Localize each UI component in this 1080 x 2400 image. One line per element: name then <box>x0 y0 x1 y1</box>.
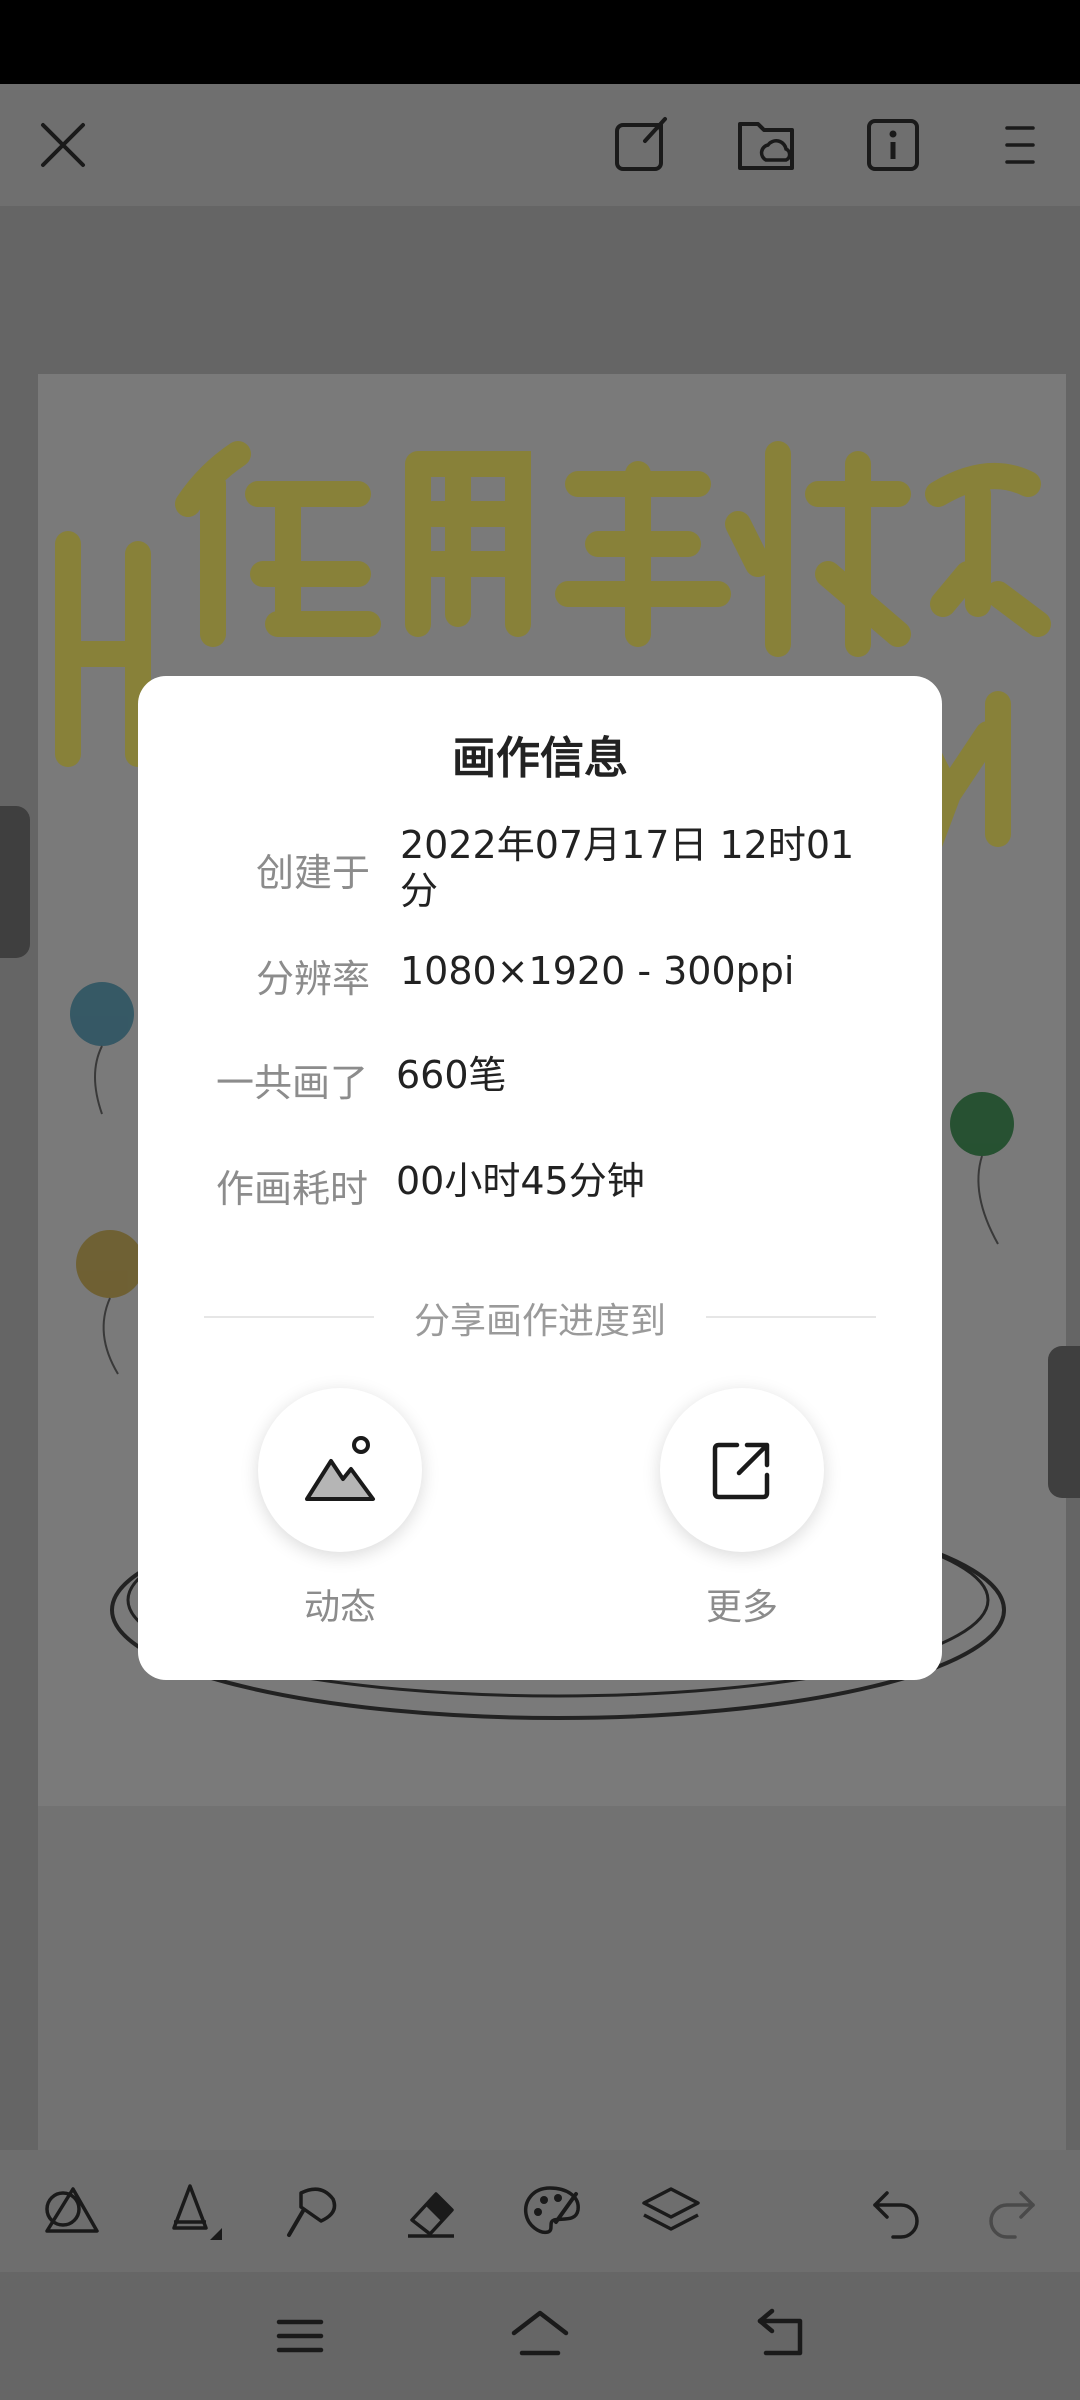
dialog-title: 画作信息 <box>452 733 628 784</box>
undo-icon[interactable] <box>860 2174 934 2248</box>
back-icon[interactable] <box>742 2300 818 2366</box>
layers-icon[interactable] <box>634 2174 708 2248</box>
size-slider-handle[interactable] <box>0 806 30 958</box>
share-title: 分享画作进度到 <box>413 1301 666 1342</box>
top-bar <box>0 84 1080 206</box>
menu-lines-icon[interactable] <box>262 2306 338 2366</box>
cloud-folder-icon[interactable] <box>730 108 804 182</box>
system-nav-bar <box>0 2272 1080 2400</box>
duration-label: 作画耗时 <box>215 1167 368 1211</box>
divider-line <box>706 1316 876 1318</box>
redo-icon[interactable] <box>974 2174 1048 2248</box>
created-label: 创建于 <box>255 851 370 895</box>
artwork-info-dialog: 画作信息 创建于 2022年07月17日 12时01分 分辨率 1080×192… <box>138 676 942 1680</box>
strokes-label: 一共画了 <box>215 1061 368 1105</box>
palette-icon[interactable] <box>514 2174 588 2248</box>
mountain-image-icon <box>305 1436 375 1501</box>
share-moments-label: 动态 <box>303 1587 376 1628</box>
share-more-label: 更多 <box>705 1587 778 1628</box>
eraser-icon[interactable] <box>394 2174 468 2248</box>
external-share-icon <box>712 1442 770 1500</box>
info-icon[interactable] <box>856 108 930 182</box>
shapes-icon[interactable] <box>36 2174 106 2244</box>
share-more-button[interactable] <box>660 1388 824 1552</box>
status-bar <box>0 0 1080 84</box>
close-icon[interactable] <box>28 110 98 180</box>
share-moments-button[interactable] <box>258 1388 422 1552</box>
resolution-value: 1080×1920 - 300ppi <box>400 949 795 993</box>
bottom-toolbar <box>0 2150 1080 2272</box>
export-icon[interactable] <box>604 108 678 182</box>
duration-value: 00小时45分钟 <box>396 1159 645 1203</box>
opacity-slider-handle[interactable] <box>1048 1346 1080 1498</box>
brush-icon[interactable] <box>156 2174 230 2248</box>
share-divider: 分享画作进度到 <box>204 1292 876 1342</box>
resolution-label: 分辨率 <box>255 957 370 1001</box>
strokes-value: 660笔 <box>396 1053 507 1097</box>
home-icon[interactable] <box>502 2300 578 2366</box>
smudge-icon[interactable] <box>274 2174 348 2248</box>
created-value: 2022年07月17日 12时01分 <box>400 823 855 913</box>
menu-icon[interactable] <box>982 108 1056 182</box>
